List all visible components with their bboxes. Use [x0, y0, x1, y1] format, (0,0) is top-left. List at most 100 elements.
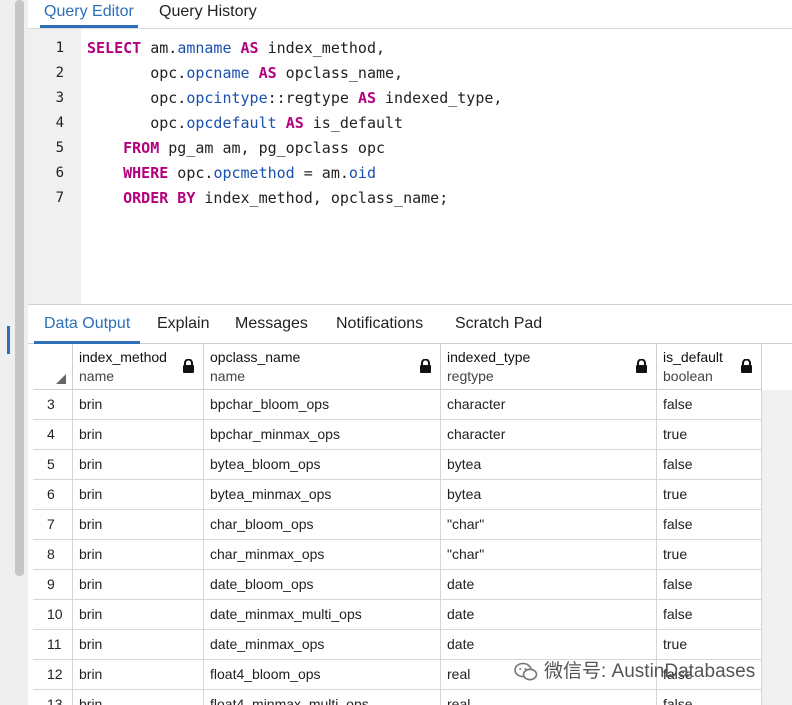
line-number: 6	[55, 165, 64, 181]
column-header-indexed-type[interactable]: indexed_type regtype	[441, 344, 657, 390]
code-text: opc.opcintype::regtype AS indexed_type,	[87, 86, 502, 111]
left-panel-edge	[0, 0, 28, 705]
cell-index-method[interactable]: brin	[73, 480, 204, 510]
cell-opclass-name[interactable]: bpchar_bloom_ops	[204, 390, 441, 420]
sql-keyword: WHERE	[123, 164, 169, 182]
cell-indexed-type[interactable]: date	[441, 630, 657, 660]
table-row[interactable]: 11 brin date_minmax_ops date true	[33, 630, 792, 660]
sort-corner-icon	[56, 374, 66, 384]
code-text: opc.opcname AS opclass_name,	[87, 61, 403, 86]
cell-index-method[interactable]: brin	[73, 600, 204, 630]
cell-opclass-name[interactable]: float4_minmax_multi_ops	[204, 690, 441, 705]
row-number[interactable]: 5	[33, 450, 73, 480]
row-number[interactable]: 9	[33, 570, 73, 600]
cell-indexed-type[interactable]: character	[441, 420, 657, 450]
cell-opclass-name[interactable]: char_minmax_ops	[204, 540, 441, 570]
row-number[interactable]: 10	[33, 600, 73, 630]
table-row[interactable]: 3 brin bpchar_bloom_ops character false	[33, 390, 792, 420]
sql-keyword: SELECT	[87, 39, 142, 57]
row-number[interactable]: 6	[33, 480, 73, 510]
cell-is-default[interactable]: false	[657, 510, 762, 540]
row-number[interactable]: 13	[33, 690, 73, 705]
column-header-is-default[interactable]: is_default boolean	[657, 344, 762, 390]
panel-splitter-handle[interactable]	[7, 326, 10, 354]
code-text: WHERE opc.opcmethod = am.oid	[87, 161, 376, 186]
cell-index-method[interactable]: brin	[73, 660, 204, 690]
vertical-scrollbar[interactable]	[15, 0, 24, 576]
cell-is-default[interactable]: false	[657, 570, 762, 600]
cell-index-method[interactable]: brin	[73, 390, 204, 420]
cell-index-method[interactable]: brin	[73, 420, 204, 450]
watermark-text: 微信号: AustinDatabases	[544, 661, 756, 682]
cell-opclass-name[interactable]: float4_bloom_ops	[204, 660, 441, 690]
sql-identifier: amname	[177, 39, 232, 57]
cell-indexed-type[interactable]: "char"	[441, 540, 657, 570]
line-number: 7	[55, 190, 64, 206]
sql-identifier: opcname	[186, 64, 250, 82]
row-number[interactable]: 3	[33, 390, 73, 420]
table-row[interactable]: 13 brin float4_minmax_multi_ops real false	[33, 690, 792, 705]
select-all-corner[interactable]	[33, 344, 73, 390]
output-tabs: Data Output Explain Messages Notificatio…	[28, 305, 792, 344]
cell-indexed-type[interactable]: bytea	[441, 450, 657, 480]
row-number[interactable]: 4	[33, 420, 73, 450]
cell-opclass-name[interactable]: date_bloom_ops	[204, 570, 441, 600]
table-row[interactable]: 8 brin char_minmax_ops "char" true	[33, 540, 792, 570]
sql-token: opclass_name,	[276, 64, 404, 82]
table-row[interactable]: 6 brin bytea_minmax_ops bytea true	[33, 480, 792, 510]
cell-indexed-type[interactable]: character	[441, 390, 657, 420]
tab-explain[interactable]: Explain	[157, 305, 209, 343]
cell-is-default[interactable]: false	[657, 690, 762, 705]
cell-is-default[interactable]: true	[657, 630, 762, 660]
cell-indexed-type[interactable]: real	[441, 690, 657, 705]
cell-index-method[interactable]: brin	[73, 450, 204, 480]
cell-is-default[interactable]: true	[657, 540, 762, 570]
cell-index-method[interactable]: brin	[73, 540, 204, 570]
cell-index-method[interactable]: brin	[73, 570, 204, 600]
column-header-opclass-name[interactable]: opclass_name name	[204, 344, 441, 390]
row-number[interactable]: 12	[33, 660, 73, 690]
tab-query-history[interactable]: Query History	[159, 0, 257, 27]
row-number[interactable]: 11	[33, 630, 73, 660]
row-number[interactable]: 7	[33, 510, 73, 540]
sql-keyword: AS	[258, 64, 277, 82]
cell-is-default[interactable]: false	[657, 600, 762, 630]
tab-scratch-pad[interactable]: Scratch Pad	[455, 305, 542, 343]
cell-opclass-name[interactable]: date_minmax_multi_ops	[204, 600, 441, 630]
column-header-index-method[interactable]: index_method name	[73, 344, 204, 390]
cell-indexed-type[interactable]: date	[441, 600, 657, 630]
cell-indexed-type[interactable]: "char"	[441, 510, 657, 540]
cell-opclass-name[interactable]: bpchar_minmax_ops	[204, 420, 441, 450]
cell-opclass-name[interactable]: bytea_bloom_ops	[204, 450, 441, 480]
code-text: FROM pg_am am, pg_opclass opc	[87, 136, 385, 161]
cell-indexed-type[interactable]: date	[441, 570, 657, 600]
table-row[interactable]: 10 brin date_minmax_multi_ops date false	[33, 600, 792, 630]
sql-keyword: FROM	[123, 139, 160, 157]
cell-index-method[interactable]: brin	[73, 690, 204, 705]
table-row[interactable]: 7 brin char_bloom_ops "char" false	[33, 510, 792, 540]
cell-index-method[interactable]: brin	[73, 630, 204, 660]
tab-notifications[interactable]: Notifications	[336, 305, 423, 343]
cell-is-default[interactable]: true	[657, 480, 762, 510]
cell-opclass-name[interactable]: bytea_minmax_ops	[204, 480, 441, 510]
cell-is-default[interactable]: false	[657, 450, 762, 480]
table-row[interactable]: 5 brin bytea_bloom_ops bytea false	[33, 450, 792, 480]
sql-editor[interactable]: 1 SELECT am.amname AS index_method, 2 opc.…	[28, 29, 792, 304]
cell-indexed-type[interactable]: bytea	[441, 480, 657, 510]
sql-keyword: AS	[357, 89, 376, 107]
cell-is-default[interactable]: true	[657, 420, 762, 450]
row-number[interactable]: 8	[33, 540, 73, 570]
cell-index-method[interactable]: brin	[73, 510, 204, 540]
cell-opclass-name[interactable]: char_bloom_ops	[204, 510, 441, 540]
column-name: indexed_type	[447, 349, 531, 365]
tab-data-output[interactable]: Data Output	[33, 305, 141, 344]
cell-is-default[interactable]: false	[657, 390, 762, 420]
table-row[interactable]: 4 brin bpchar_minmax_ops character true	[33, 420, 792, 450]
table-row[interactable]: 9 brin date_bloom_ops date false	[33, 570, 792, 600]
tab-messages[interactable]: Messages	[235, 305, 308, 343]
tab-query-editor[interactable]: Query Editor	[40, 0, 138, 28]
sql-token: is_default	[303, 114, 404, 132]
cell-opclass-name[interactable]: date_minmax_ops	[204, 630, 441, 660]
